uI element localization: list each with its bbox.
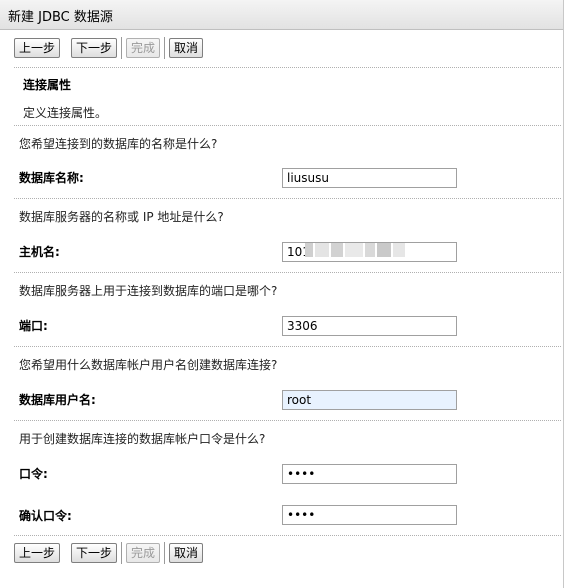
database-name-label: 数据库名称:: [19, 171, 84, 185]
bottom-toolbar: 上一步 下一步 完成 取消: [14, 542, 204, 564]
password-question: 用于创建数据库连接的数据库帐户口令是什么?: [19, 432, 266, 446]
host-name-label: 主机名:: [19, 245, 60, 259]
database-name-question: 您希望连接到的数据库的名称是什么?: [19, 137, 218, 151]
host-name-question: 数据库服务器的名称或 IP 地址是什么?: [19, 210, 224, 224]
finish-button[interactable]: 完成: [126, 38, 161, 58]
finish-button[interactable]: 完成: [126, 543, 161, 563]
back-button[interactable]: 上一步: [14, 543, 61, 563]
toolbar-divider: [121, 37, 123, 59]
password-label: 口令:: [19, 467, 48, 481]
window-title: 新建 JDBC 数据源: [0, 0, 563, 30]
divider: [14, 420, 561, 421]
username-input[interactable]: root: [282, 390, 457, 410]
cancel-button[interactable]: 取消: [169, 543, 204, 563]
divider: [14, 535, 561, 536]
divider: [14, 67, 561, 68]
divider: [14, 198, 561, 199]
database-name-input[interactable]: liususu: [282, 168, 457, 188]
top-toolbar: 上一步 下一步 完成 取消: [14, 37, 204, 59]
section-description: 定义连接属性。: [23, 106, 108, 120]
redaction-blur: [305, 241, 415, 259]
username-label: 数据库用户名:: [19, 393, 96, 407]
confirm-password-input[interactable]: ••••: [282, 505, 457, 525]
port-input[interactable]: 3306: [282, 316, 457, 336]
toolbar-divider: [121, 542, 123, 564]
password-input[interactable]: ••••: [282, 464, 457, 484]
toolbar-divider: [164, 37, 166, 59]
next-button[interactable]: 下一步: [71, 543, 118, 563]
divider: [14, 272, 561, 273]
username-question: 您希望用什么数据库帐户用户名创建数据库连接?: [19, 358, 278, 372]
toolbar-divider: [164, 542, 166, 564]
divider: [14, 125, 561, 126]
next-button[interactable]: 下一步: [71, 38, 118, 58]
back-button[interactable]: 上一步: [14, 38, 61, 58]
section-title: 连接属性: [23, 78, 72, 92]
port-label: 端口:: [19, 319, 48, 333]
jdbc-wizard-page: 新建 JDBC 数据源 上一步 下一步 完成 取消 连接属性 定义连接属性。 您…: [0, 0, 564, 588]
divider: [14, 346, 561, 347]
cancel-button[interactable]: 取消: [169, 38, 204, 58]
port-question: 数据库服务器上用于连接到数据库的端口是哪个?: [19, 284, 278, 298]
confirm-password-label: 确认口令:: [19, 509, 72, 523]
